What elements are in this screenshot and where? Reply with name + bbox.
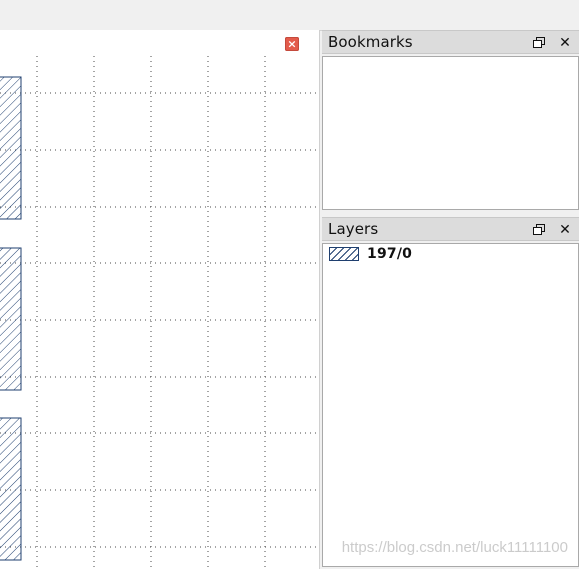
layers-panel[interactable]: 197/0 https://blog.csdn.net/luck11111100 — [322, 243, 579, 567]
hatch-fill — [0, 418, 21, 560]
hatch-fill — [0, 77, 21, 219]
layers-header: Layers ✕ — [322, 217, 579, 241]
bookmarks-dock: Bookmarks ✕ — [322, 30, 579, 212]
bookmarks-header: Bookmarks ✕ — [322, 30, 579, 54]
bookmarks-panel[interactable] — [322, 56, 579, 210]
restore-window-icon[interactable] — [531, 222, 547, 238]
hatched-rectangle — [0, 417, 22, 561]
dotted-grid — [0, 56, 319, 569]
close-canvas-button[interactable]: × — [285, 37, 299, 51]
hatched-rectangle — [0, 247, 22, 391]
hatched-shapes — [0, 76, 22, 561]
hatched-swatch-icon — [329, 247, 359, 261]
restore-window-icon-svg — [533, 224, 545, 235]
hatch-fill — [0, 248, 21, 390]
restore-window-icon[interactable] — [531, 35, 547, 51]
restore-window-icon-svg — [533, 37, 545, 48]
design-canvas[interactable]: × — [0, 30, 320, 569]
close-icon: × — [287, 37, 297, 50]
app-window: × Bookmarks ✕ Layers ✕ 197/0 https://blo… — [0, 0, 579, 569]
layers-dock: Layers ✕ 197/0 https://blog.csdn.net/luc… — [322, 217, 579, 569]
watermark-text: https://blog.csdn.net/luck11111100 — [341, 539, 568, 556]
layer-row[interactable]: 197/0 — [329, 246, 412, 262]
bookmarks-title: Bookmarks — [328, 33, 413, 51]
layers-header-icons: ✕ — [531, 222, 573, 238]
canvas-grid-and-shapes — [0, 56, 319, 569]
close-icon[interactable]: ✕ — [557, 222, 573, 238]
hatched-rectangle — [0, 76, 22, 220]
bookmarks-header-icons: ✕ — [531, 35, 573, 51]
layers-title: Layers — [328, 220, 379, 238]
layer-label: 197/0 — [367, 246, 413, 262]
close-icon[interactable]: ✕ — [557, 35, 573, 51]
window-topbar — [0, 0, 579, 31]
